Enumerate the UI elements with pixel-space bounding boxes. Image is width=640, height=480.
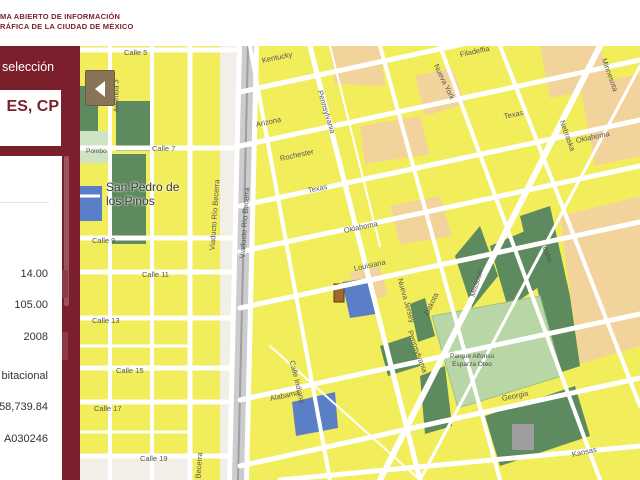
park-label: Parque Alfonso Esparza Oteo	[450, 353, 494, 369]
info-tab-1[interactable]	[62, 270, 68, 298]
panel-info-card: 14.00 105.00 2008 bitacional 58,739.84 A…	[0, 156, 62, 480]
info-value-6: A030246	[3, 433, 48, 445]
panel-heading: selección	[2, 60, 55, 74]
viaduct	[227, 46, 259, 480]
street-label-calle9: Calle 9	[92, 236, 116, 245]
panel-title-card: ES, CP	[0, 90, 61, 146]
panel-title: ES, CP	[6, 98, 59, 115]
map-canvas[interactable]: San Pedro de los Pinos Parque Alfonso Es…	[80, 46, 640, 480]
park-label-line1: Parque Alfonso	[450, 353, 495, 360]
park-label-line2: Esparza Oteo	[452, 361, 492, 368]
info-value-5: 58,739.84	[0, 401, 48, 413]
info-value-3: 2008	[23, 331, 48, 343]
street-label-calle11: Calle 11	[142, 270, 169, 279]
info-value-1: 14.00	[20, 268, 48, 280]
street-label-becerra: Becerra	[193, 451, 205, 479]
panel-divider	[0, 202, 49, 203]
info-tab-2[interactable]	[62, 332, 68, 360]
info-panel: selección ES, CP 14.00 105.00 2008 bitac…	[0, 46, 80, 480]
colonia-label-line1: San Pedro de	[106, 180, 180, 194]
collapse-panel-button[interactable]	[85, 70, 115, 106]
colonia-label: San Pedro de los Pinos	[106, 180, 179, 208]
street-label-calle19: Calle 19	[140, 454, 168, 463]
street-label-calle17: Calle 17	[94, 404, 122, 413]
info-value-2: 105.00	[14, 299, 48, 311]
arrow-left-icon	[95, 81, 105, 97]
colonia-label-line2: los Pinos	[106, 194, 155, 208]
header-title-line-2: RÁFICA DE LA CIUDAD DE MÉXICO	[0, 22, 134, 31]
info-value-4: bitacional	[1, 370, 48, 382]
app-header: MA ABIERTO DE INFORMACIÓN RÁFICA DE LA C…	[0, 0, 640, 46]
street-label-calle15: Calle 15	[116, 366, 144, 375]
header-title-line-1: MA ABIERTO DE INFORMACIÓN	[0, 12, 121, 21]
street-label-calle7: Calle 7	[152, 144, 176, 153]
street-label-calle13: Calle 13	[92, 316, 120, 325]
pombo-label: Pombo	[86, 148, 107, 155]
street-label-calle5: Calle 5	[124, 48, 148, 57]
